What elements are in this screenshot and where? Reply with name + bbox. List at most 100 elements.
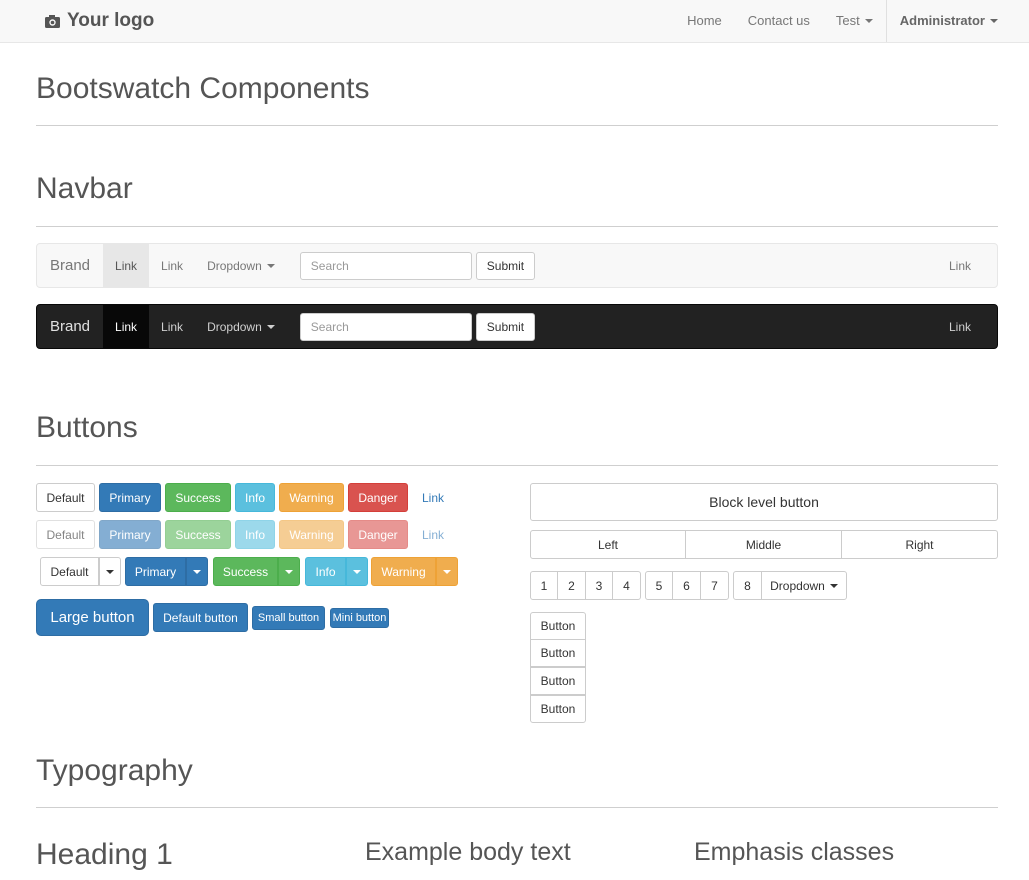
split-primary-main[interactable]: Primary [125,557,186,586]
default-button-disabled: Default [36,520,95,549]
warning-button-disabled: Warning [279,520,344,549]
primary-button[interactable]: Primary [99,483,161,512]
block-level-button[interactable]: Block level button [530,483,998,521]
emphasis-heading: Emphasis classes [694,838,895,866]
page-button[interactable]: 2 [557,571,586,600]
chevron-down-icon [353,569,361,574]
heading-1-sample: Heading 1 [36,838,173,871]
split-button-primary: Primary [125,557,208,586]
vertical-group-button[interactable]: Button [530,667,586,695]
info-button-disabled: Info [235,520,275,549]
split-button-info: Info [305,557,368,586]
pagination-dropdown-label: Dropdown [770,578,825,593]
navbar-link[interactable]: Link [149,244,195,287]
logo[interactable]: Your logo [45,10,154,32]
page-title: Bootswatch Components [36,72,370,105]
split-button-default: Default [40,557,121,586]
navbar-dropdown[interactable]: Dropdown [195,305,287,348]
camera-icon [45,14,60,28]
vertical-group-button[interactable]: Button [530,695,586,723]
group-right-button[interactable]: Right [841,530,998,559]
navbar-dropdown-label: Dropdown [207,319,262,334]
page-button[interactable]: 5 [645,571,673,600]
split-success-main[interactable]: Success [213,557,278,586]
info-button[interactable]: Info [235,483,275,512]
page-button[interactable]: 1 [530,571,558,600]
link-button-disabled: Link [421,527,444,542]
navbar-dropdown-label: Dropdown [207,258,262,273]
chevron-down-icon [266,263,275,268]
page-button[interactable]: 4 [612,571,641,600]
link-button[interactable]: Link [412,483,454,512]
divider [36,125,998,126]
split-primary-toggle[interactable] [186,557,208,586]
navbar-brand[interactable]: Brand [37,244,103,287]
chevron-down-icon [829,583,838,588]
page-button[interactable]: 3 [585,571,613,600]
submit-button[interactable]: Submit [475,312,536,341]
chevron-down-icon [285,569,293,574]
divider [36,807,998,808]
split-default-main[interactable]: Default [40,557,99,586]
submit-button[interactable]: Submit [475,251,536,280]
top-nav-links: Home Contact us Test Administrator [674,0,1029,42]
navbar-link-active[interactable]: Link [103,244,150,287]
chevron-down-icon [443,569,451,574]
split-warning-main[interactable]: Warning [371,557,436,586]
page-button[interactable]: 7 [700,571,729,600]
divider [36,465,998,466]
pagination-dropdown[interactable]: Dropdown [761,571,847,600]
logo-text: Your logo [67,10,155,31]
navbar-link-active[interactable]: Link [103,305,150,348]
page-button[interactable]: 6 [672,571,701,600]
small-button[interactable]: Small button [252,606,325,630]
split-button-success: Success [213,557,300,586]
warning-button[interactable]: Warning [279,483,344,512]
search-input[interactable]: Search [299,312,472,341]
danger-button-disabled: Danger [348,520,408,549]
section-title-typography: Typography [36,754,193,787]
navbar-light-example: Brand Link Link Dropdown Search Submit L… [36,243,998,288]
search-input[interactable]: Search [299,251,472,280]
group-left-button[interactable]: Left [530,530,686,559]
success-button[interactable]: Success [165,483,231,512]
chevron-down-icon [106,569,114,574]
navbar-right-link[interactable]: Link [937,244,997,287]
navbar-link[interactable]: Link [149,305,195,348]
split-warning-toggle[interactable] [436,557,458,586]
nav-test-label: Test [835,13,860,28]
default-size-button[interactable]: Default button [153,603,248,632]
nav-test-dropdown[interactable]: Test [823,0,886,42]
navbar-dropdown[interactable]: Dropdown [195,244,287,287]
split-info-toggle[interactable] [346,557,368,586]
split-info-main[interactable]: Info [305,557,346,586]
nav-admin-dropdown[interactable]: Administrator [885,0,1029,42]
vertical-group-button[interactable]: Button [530,612,586,640]
chevron-down-icon [193,569,201,574]
nav-contact[interactable]: Contact us [735,0,823,42]
large-button[interactable]: Large button [36,599,149,636]
default-button[interactable]: Default [36,483,95,512]
danger-button[interactable]: Danger [348,483,408,512]
nav-home[interactable]: Home [674,0,735,42]
group-middle-button[interactable]: Middle [685,530,842,559]
mini-button[interactable]: Mini button [330,608,389,628]
chevron-down-icon [266,324,275,329]
chevron-down-icon [864,19,873,23]
page-button[interactable]: 8 [733,571,762,600]
chevron-down-icon [990,19,998,23]
navbar-brand[interactable]: Brand [37,305,103,348]
split-button-warning: Warning [371,557,458,586]
section-title-buttons: Buttons [36,411,138,444]
divider [36,226,998,227]
vertical-group-button[interactable]: Button [530,639,586,667]
section-title-navbar: Navbar [36,172,133,205]
primary-button-disabled: Primary [99,520,161,549]
navbar-right-link[interactable]: Link [937,305,997,348]
success-button-disabled: Success [165,520,231,549]
body-text-heading: Example body text [365,838,571,866]
split-success-toggle[interactable] [278,557,300,586]
navbar-dark-example: Brand Link Link Dropdown Search Submit L… [36,304,998,349]
top-navbar: Your logo Home Contact us Test Administr… [0,0,1029,43]
split-default-toggle[interactable] [99,557,121,586]
